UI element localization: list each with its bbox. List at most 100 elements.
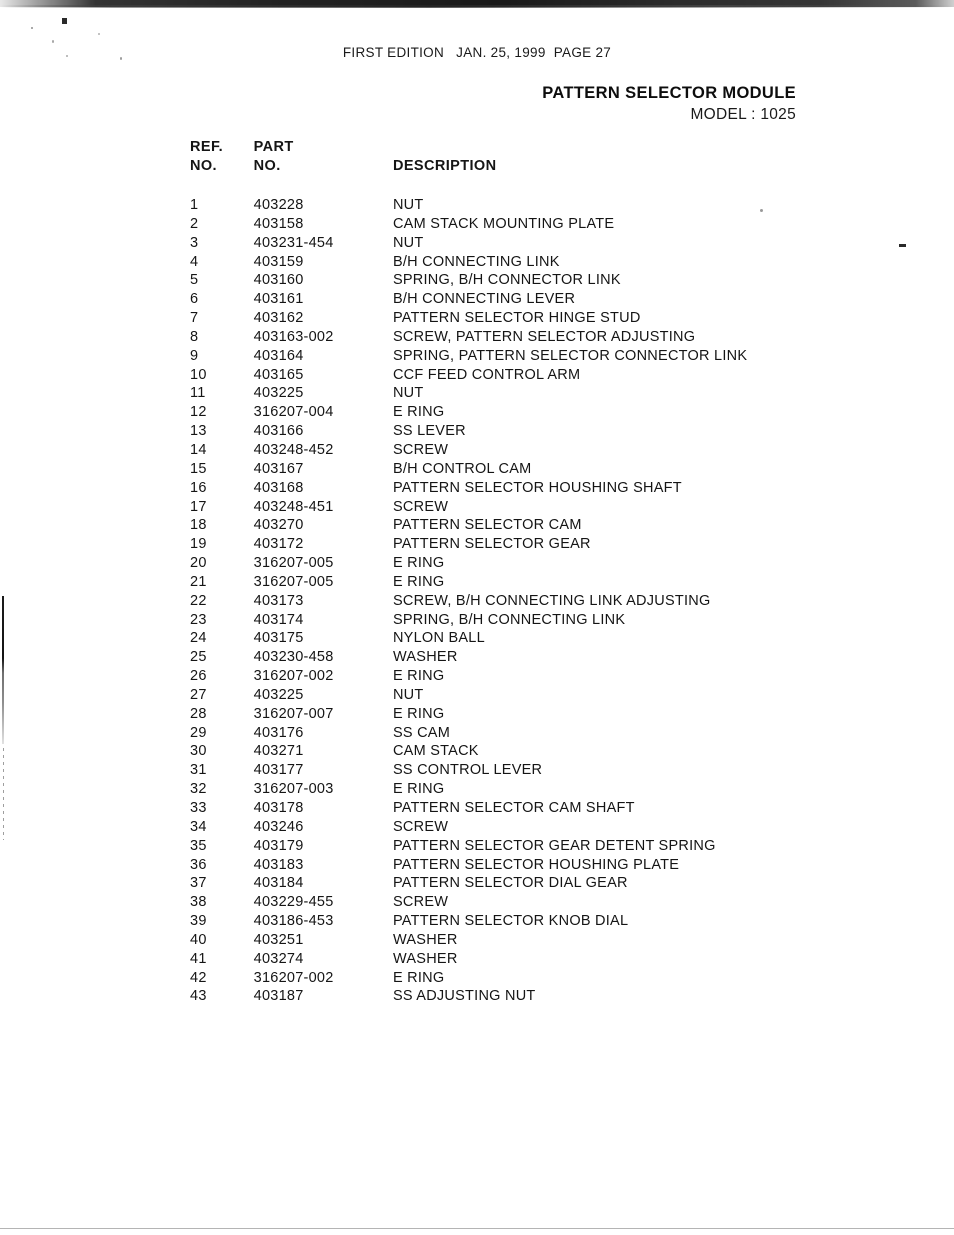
cell-ref-no: 17 [190, 498, 207, 515]
table-row: 16 403168 PATTERN SELECTOR HOUSHING SHAFT [190, 479, 830, 498]
cell-part-no: 403163-002 [253, 328, 334, 345]
cell-part-no: 403246 [253, 818, 304, 835]
cell-description: PATTERN SELECTOR GEAR [392, 536, 591, 553]
cell-description: E RING [392, 555, 445, 572]
cell-part-no: 403187 [253, 988, 304, 1005]
cell-description: E RING [392, 668, 445, 685]
cell-description: E RING [392, 705, 445, 722]
cell-part-no: 403158 [253, 215, 304, 232]
table-row: 9 403164 SPRING, PATTERN SELECTOR CONNECTO… [190, 347, 830, 366]
table-row: 39 403186-453 PATTERN SELECTOR KNOB DIAL [190, 912, 830, 931]
table-row: 31 403177 SS CONTROL LEVER [190, 761, 830, 780]
cell-ref-no: 33 [190, 800, 207, 816]
cell-part-no: 403165 [253, 366, 304, 383]
scan-speck [52, 40, 54, 43]
cell-description: SPRING, PATTERN SELECTOR CONNECTOR LINK [392, 347, 748, 364]
cell-ref-no: 14 [190, 441, 207, 458]
scan-speck [62, 18, 67, 24]
table-row: 24 403175 NYLON BALL [190, 629, 830, 648]
table-row: 15 403167 B/H CONTROL CAM [190, 460, 830, 479]
cell-ref-no: 26 [190, 668, 207, 685]
cell-description: PATTERN SELECTOR HOUSHING SHAFT [392, 479, 682, 496]
table-row: 11 403225 NUT [190, 384, 830, 403]
cell-ref-no: 6 [190, 291, 199, 308]
cell-ref-no: 9 [190, 347, 199, 364]
table-row: 29 403176 SS CAM [190, 724, 830, 743]
cell-part-no: 316207-003 [253, 781, 334, 798]
cell-ref-no: 7 [190, 310, 199, 327]
cell-description: SPRING, B/H CONNECTOR LINK [392, 272, 621, 289]
table-row: 21 316207-005 E RING [190, 573, 830, 592]
cell-ref-no: 4 [190, 253, 199, 270]
cell-description: PATTERN SELECTOR GEAR DETENT SPRING [392, 837, 716, 854]
cell-ref-no: 19 [190, 536, 207, 553]
table-header: REF. NO. PART NO. DESCRIPTION [190, 138, 830, 196]
edition-line: FIRST EDITION JAN. 25, 1999 PAGE 27 [342, 45, 612, 60]
cell-description: SS CAM [392, 724, 451, 741]
table-row: 20 316207-005 E RING [190, 554, 830, 573]
cell-description: NUT [392, 385, 424, 402]
scan-artifact-top-band [0, 0, 954, 8]
cell-description: NUT [392, 234, 424, 251]
cell-part-no: 403183 [253, 856, 304, 873]
table-row: 5 403160 SPRING, B/H CONNECTOR LINK [190, 271, 830, 290]
cell-ref-no: 30 [190, 743, 207, 760]
scan-speck [98, 33, 100, 35]
cell-description: NUT [392, 197, 424, 213]
cell-ref-no: 10 [190, 366, 207, 383]
table-row: 35 403179 PATTERN SELECTOR GEAR DETENT SPR… [190, 837, 830, 856]
cell-part-no: 403229-455 [253, 894, 334, 911]
cell-part-no: 403184 [253, 875, 304, 892]
table-row: 28 316207-007 E RING [190, 705, 830, 724]
cell-ref-no: 34 [190, 818, 207, 835]
cell-part-no: 403164 [253, 347, 304, 364]
cell-ref-no: 28 [190, 705, 207, 722]
cell-description: WASHER [392, 931, 458, 948]
page-title: PATTERN SELECTOR MODULE [542, 84, 796, 102]
cell-ref-no: 43 [190, 988, 207, 1005]
cell-description: PATTERN SELECTOR DIAL GEAR [392, 875, 628, 892]
cell-ref-no: 39 [190, 913, 207, 930]
cell-part-no: 403230-458 [253, 649, 334, 666]
table-row: 19 403172 PATTERN SELECTOR GEAR [190, 535, 830, 554]
cell-description: SCREW, PATTERN SELECTOR ADJUSTING [392, 328, 696, 345]
cell-ref-no: 8 [190, 328, 199, 345]
cell-ref-no: 32 [190, 781, 207, 798]
cell-ref-no: 41 [190, 950, 207, 967]
cell-description: SCREW [392, 818, 449, 835]
cell-part-no: 403271 [253, 743, 304, 760]
cell-description: SPRING, B/H CONNECTING LINK [392, 611, 626, 628]
column-header-description: DESCRIPTION [392, 158, 497, 174]
cell-description: B/H CONTROL CAM [392, 460, 532, 477]
cell-ref-no: 37 [190, 875, 207, 892]
cell-part-no: 403274 [253, 950, 304, 967]
cell-description: E RING [392, 969, 445, 986]
cell-description: PATTERN SELECTOR CAM SHAFT [392, 800, 635, 816]
table-row: 22 403173 SCREW, B/H CONNECTING LINK ADJUS… [190, 592, 830, 611]
cell-part-no: 316207-007 [253, 705, 334, 722]
cell-description: SS CONTROL LEVER [392, 762, 543, 779]
scan-artifact-bottom-rule [0, 1228, 954, 1229]
cell-ref-no: 36 [190, 856, 207, 873]
table-row: 18 403270 PATTERN SELECTOR CAM [190, 516, 830, 535]
table-row: 7 403162 PATTERN SELECTOR HINGE STUD [190, 309, 830, 328]
cell-description: SCREW [392, 441, 449, 458]
cell-ref-no: 15 [190, 460, 207, 477]
cell-part-no: 316207-005 [253, 555, 334, 572]
cell-part-no: 403251 [253, 931, 304, 948]
table-row: 4 403159 B/H CONNECTING LINK [190, 253, 830, 272]
cell-description: B/H CONNECTING LEVER [392, 291, 576, 308]
cell-ref-no: 11 [190, 385, 206, 402]
cell-part-no: 403176 [253, 724, 304, 741]
column-header-part-no: PART NO. [253, 139, 294, 174]
table-row: 13 403166 SS LEVER [190, 422, 830, 441]
cell-part-no: 316207-002 [253, 668, 334, 685]
cell-description: PATTERN SELECTOR HOUSHING PLATE [392, 856, 680, 873]
table-row: 17 403248-451 SCREW [190, 498, 830, 517]
cell-description: E RING [392, 781, 445, 798]
cell-description: WASHER [392, 950, 458, 967]
cell-part-no: 403175 [253, 630, 304, 647]
cell-ref-no: 3 [190, 234, 199, 251]
table-row: 14 403248-452 SCREW [190, 441, 830, 460]
cell-ref-no: 38 [190, 894, 207, 911]
